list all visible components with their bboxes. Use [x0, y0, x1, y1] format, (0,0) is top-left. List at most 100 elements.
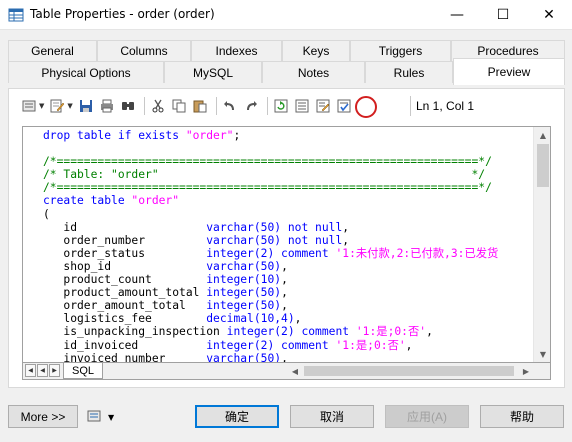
toolbar-separator [215, 97, 217, 115]
horizontal-scrollbar[interactable]: ◀ ▶ [288, 364, 533, 378]
code-token: ( [43, 207, 50, 221]
properties-icon[interactable] [20, 97, 38, 115]
code-line[interactable]: id varchar(50) not null, [43, 221, 533, 234]
chevron-down-icon[interactable]: ▼ [67, 102, 72, 110]
code-token: "order" [185, 129, 234, 142]
code-line[interactable]: product_count integer(10), [43, 273, 533, 286]
scroll-left-icon[interactable]: ◀ [288, 364, 302, 378]
code-token: shop_id [43, 259, 207, 273]
scroll-down-icon[interactable]: ▼ [534, 346, 550, 362]
code-token: /* Table: "order" */ [43, 168, 486, 182]
code-token: product_count [43, 273, 207, 287]
code-token: integer(50) [206, 299, 282, 313]
tab-notes[interactable]: Notes [262, 61, 365, 83]
tab-sql[interactable]: SQL [63, 363, 103, 379]
code-line[interactable]: /*======================================… [43, 155, 533, 168]
undo-icon[interactable] [221, 97, 239, 115]
toolbar-separator [143, 97, 145, 115]
scroll-thumb[interactable] [537, 144, 549, 187]
code-line[interactable]: product_amount_total integer(50), [43, 286, 533, 299]
code-token: , [426, 325, 433, 339]
tab-keys[interactable]: Keys [282, 40, 350, 61]
code-token: ; [233, 129, 241, 142]
code-token: create table [43, 194, 132, 208]
code-line[interactable]: id_invoiced integer(2) comment '1:是;0:否'… [43, 339, 533, 352]
window-title: Table Properties - order (order) [30, 7, 215, 21]
code-token: integer(10) [206, 273, 282, 287]
cursor-position: Ln 1, Col 1 [410, 96, 530, 116]
redo-icon[interactable] [242, 97, 260, 115]
sql-code[interactable]: drop table if exists "order"; /*=========… [23, 127, 533, 362]
tab-mysql[interactable]: MySQL [164, 61, 262, 83]
table-icon [8, 7, 24, 23]
code-line[interactable]: /* Table: "order" */ [43, 168, 533, 181]
paste-icon[interactable] [191, 97, 209, 115]
help-button[interactable]: 帮助 [480, 405, 564, 428]
horizontal-scroll-thumb[interactable] [304, 366, 514, 376]
code-token: '1:未付款,2:已付款,3:已发货 [335, 246, 499, 260]
sql-editor[interactable]: drop table if exists "order"; /*=========… [22, 126, 551, 363]
prev-tab-icon[interactable]: ◀ [37, 364, 48, 377]
code-token: , [281, 299, 288, 313]
code-line[interactable]: order_status integer(2) comment '1:未付款,2… [43, 247, 533, 260]
code-line[interactable]: create table "order" [43, 194, 533, 207]
tab-physical-options[interactable]: Physical Options [8, 61, 164, 83]
code-line[interactable]: shop_id varchar(50), [43, 260, 533, 273]
edit-icon[interactable] [48, 97, 66, 115]
tab-columns[interactable]: Columns [97, 40, 191, 61]
ok-button[interactable]: 确定 [195, 405, 279, 428]
code-line[interactable] [43, 142, 533, 155]
options-menu-button[interactable]: ▼ [86, 409, 118, 425]
apply-button[interactable]: 应用(A) [385, 405, 469, 428]
code-token: order_number [43, 233, 207, 247]
tab-indexes[interactable]: Indexes [191, 40, 282, 61]
vertical-scrollbar[interactable]: ▲ ▼ [533, 127, 550, 362]
close-button[interactable]: ✕ [526, 0, 572, 30]
show-generation-options-icon[interactable] [293, 97, 311, 115]
code-token: , [281, 286, 288, 300]
code-line[interactable]: logistics_fee decimal(10,4), [43, 312, 533, 325]
code-token: , [281, 259, 288, 273]
refresh-icon[interactable] [272, 97, 290, 115]
code-line[interactable]: ( [43, 208, 533, 221]
code-line[interactable]: order_number varchar(50) not null, [43, 234, 533, 247]
chevron-down-icon[interactable]: ▼ [39, 102, 44, 110]
scroll-up-icon[interactable]: ▲ [534, 127, 550, 143]
cancel-button[interactable]: 取消 [290, 405, 374, 428]
tab-preview[interactable]: Preview [453, 58, 565, 85]
change-generation-options-icon[interactable] [314, 97, 332, 115]
save-icon[interactable] [77, 97, 95, 115]
code-token: integer(2) comment [206, 246, 336, 260]
code-line[interactable]: invoiced_number varchar(50), [43, 352, 533, 362]
find-icon[interactable] [119, 97, 137, 115]
code-line[interactable]: order_amount_total integer(50), [43, 299, 533, 312]
code-token: order_status [43, 246, 207, 260]
code-token: , [342, 220, 350, 234]
scroll-right-icon[interactable]: ▶ [519, 364, 533, 378]
code-token: , [405, 338, 413, 352]
tab-general[interactable]: General [8, 40, 97, 61]
first-tab-icon[interactable]: ◀ [25, 364, 36, 377]
highlight-circle [355, 96, 377, 118]
code-line[interactable]: /*======================================… [43, 181, 533, 194]
minimize-button[interactable]: — [434, 0, 480, 30]
print-icon[interactable] [98, 97, 116, 115]
code-token: id_invoiced [43, 338, 207, 352]
copy-icon[interactable] [170, 97, 188, 115]
cut-icon[interactable] [149, 97, 167, 115]
maximize-button[interactable]: ☐ [480, 0, 526, 30]
code-line[interactable]: drop table if exists "order"; [43, 129, 533, 142]
select-generation-options-icon[interactable] [335, 97, 353, 115]
more-button[interactable]: More >> [8, 405, 78, 428]
code-token: '1:是;0:否' [335, 338, 406, 352]
code-token: , [281, 351, 288, 362]
code-token: varchar(50) not null [206, 233, 343, 247]
code-line[interactable]: is_unpacking_inspection integer(2) comme… [43, 325, 533, 338]
tab-triggers[interactable]: Triggers [350, 40, 451, 61]
next-tab-icon[interactable]: ▶ [49, 364, 60, 377]
code-token: decimal(10,4) [206, 312, 295, 326]
code-token: , [281, 273, 288, 287]
property-tabs: General Columns Indexes Keys Triggers Pr… [8, 40, 568, 88]
tab-rules[interactable]: Rules [365, 61, 453, 83]
code-token: invoiced_number [43, 351, 207, 362]
